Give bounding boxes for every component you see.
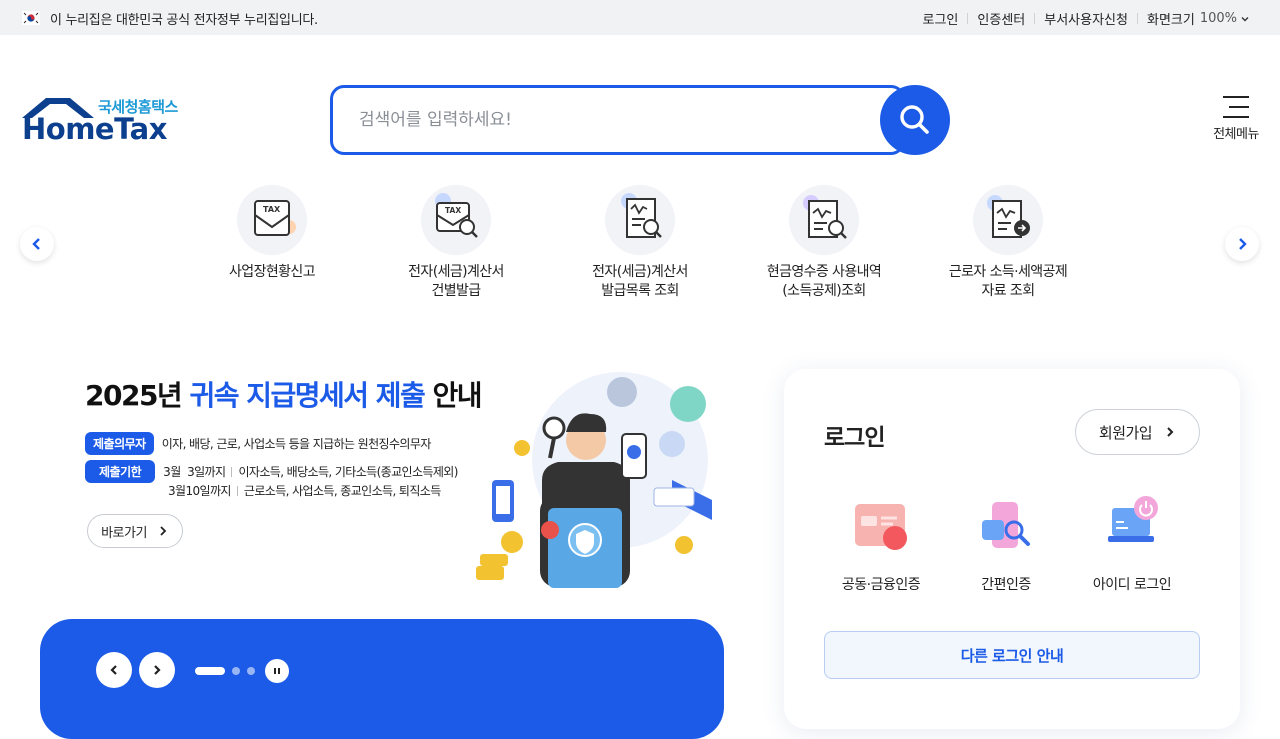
divider xyxy=(1034,13,1036,24)
id-login-label: 아이디 로그인 xyxy=(1092,577,1172,593)
tax-invoice-search-icon: TAX xyxy=(421,185,491,255)
search-button[interactable] xyxy=(880,85,950,155)
banner-row-obligor: 제출의무자 이자, 배당, 근로, 사업소득 등을 지급하는 원천징수의무자 xyxy=(85,432,431,455)
tax-officer-illustration xyxy=(476,372,712,588)
all-menu-label: 전체메뉴 xyxy=(1213,127,1259,142)
search-box xyxy=(330,85,905,155)
divider xyxy=(1136,13,1138,24)
login-panel: 로그인 회원가입 공동·금융인증 간편인증 아이디 로그인 다른 로그인 안내 xyxy=(784,369,1240,729)
banner-row-deadline: 제출기한 3월 3일까지 이자소득, 배당소득, 기타소득(종교인소득제외) xyxy=(85,460,458,483)
banner-row-text: 근로소득, 사업소득, 종교인소득, 퇴직소득 xyxy=(243,484,441,498)
hamburger-icon xyxy=(1223,96,1249,118)
dept-user-apply-link[interactable]: 부서사용자신청 xyxy=(1044,9,1128,28)
tax-envelope-icon: TAX xyxy=(237,185,307,255)
divider xyxy=(236,485,238,496)
pause-icon xyxy=(274,668,280,674)
quick-menu-label: 전자(세금)계산서 발급목록 조회 xyxy=(592,264,688,299)
chevron-right-icon xyxy=(160,526,167,536)
cert-login-option[interactable]: 공동·금융인증 xyxy=(821,494,941,594)
gov-banner-bar: 이 누리집은 대한민국 공식 전자정부 누리집입니다. 로그인 인증센터 부서사… xyxy=(0,0,1280,35)
quick-menu-label: 전자(세금)계산서 건별발급 xyxy=(408,264,504,299)
banner-row-text: 이자, 배당, 근로, 사업소득 등을 지급하는 원천징수의무자 xyxy=(161,437,432,451)
banner-go-button[interactable]: 바로가기 xyxy=(87,514,183,548)
quick-menu-prev-button[interactable] xyxy=(20,227,54,261)
quick-menu-item-invoice-list[interactable]: 전자(세금)계산서 발급목록 조회 xyxy=(555,185,725,301)
quick-menu-item-business-report[interactable]: TAX 사업장현황신고 xyxy=(187,185,357,282)
slider-dot[interactable] xyxy=(232,667,240,675)
search-input[interactable] xyxy=(359,108,859,132)
quick-menu-item-invoice-issue[interactable]: TAX 전자(세금)계산서 건별발급 xyxy=(371,185,541,301)
divider xyxy=(231,466,233,477)
svg-text:TAX: TAX xyxy=(445,206,461,215)
banner-tag: 제출의무자 xyxy=(85,432,154,455)
cash-receipt-search-icon xyxy=(789,185,859,255)
divider xyxy=(967,13,969,24)
chevron-right-icon xyxy=(154,665,161,675)
zoom-label: 화면크기 xyxy=(1146,13,1195,28)
laptop-power-icon xyxy=(1100,494,1164,558)
slider-next-button[interactable] xyxy=(139,652,175,688)
chevron-left-icon xyxy=(32,238,40,250)
quick-menu-label: 사업장현황신고 xyxy=(229,264,316,280)
certificate-card-icon xyxy=(849,494,913,558)
login-title: 로그인 xyxy=(824,425,885,451)
banner-title-highlight: 귀속 지급명세서 제출 xyxy=(189,379,425,412)
all-menu-button[interactable]: 전체메뉴 xyxy=(1208,96,1264,148)
join-button[interactable]: 회원가입 xyxy=(1075,409,1200,455)
banner-tag: 제출기한 xyxy=(85,460,156,483)
chevron-down-icon xyxy=(1241,16,1249,21)
zoom-value: 100% xyxy=(1199,11,1237,26)
id-login-option[interactable]: 아이디 로그인 xyxy=(1072,494,1192,594)
slider-pause-button[interactable] xyxy=(265,659,289,683)
other-login-guide-button[interactable]: 다른 로그인 안내 xyxy=(824,631,1200,679)
hometax-logo[interactable]: 국세청홈택스 HomeTax xyxy=(20,94,182,150)
slider-prev-button[interactable] xyxy=(96,652,132,688)
quick-menu-label: 현금영수증 사용내역 (소득공제)조회 xyxy=(766,264,882,299)
quick-menu-label: 근로자 소득·세액공제 자료 조회 xyxy=(948,264,1068,299)
cert-login-label: 공동·금융인증 xyxy=(841,577,921,593)
phone-auth-icon xyxy=(974,494,1038,558)
cert-center-link[interactable]: 인증센터 xyxy=(977,9,1025,28)
korea-flag-icon xyxy=(22,11,40,25)
quick-menu-next-button[interactable] xyxy=(1225,227,1259,261)
logo-english-text: HomeTax xyxy=(22,112,167,146)
receipt-coin-icon xyxy=(973,185,1043,255)
quick-menu-item-cash-receipt[interactable]: 현금영수증 사용내역 (소득공제)조회 xyxy=(739,185,909,301)
simple-auth-label: 간편인증 xyxy=(981,577,1031,593)
banner-deadline-date: 3월 3일까지 xyxy=(163,465,226,479)
banner-go-label: 바로가기 xyxy=(101,525,147,541)
join-label: 회원가입 xyxy=(1098,423,1153,442)
gov-notice-text: 이 누리집은 대한민국 공식 전자정부 누리집입니다. xyxy=(50,13,318,28)
zoom-control[interactable]: 화면크기 100% xyxy=(1147,9,1250,28)
banner-title-year: 2025년 xyxy=(85,379,183,412)
chevron-right-icon xyxy=(1167,427,1174,437)
quick-menu-item-deduction-data[interactable]: 근로자 소득·세액공제 자료 조회 xyxy=(923,185,1093,301)
utility-links: 로그인 인증센터 부서사용자신청 화면크기 100% xyxy=(923,9,1250,28)
banner-deadline-date: 3월10일까지 xyxy=(168,484,231,498)
chevron-right-icon xyxy=(1239,238,1247,250)
simple-auth-option[interactable]: 간편인증 xyxy=(946,494,1066,594)
slider-dot[interactable] xyxy=(195,667,225,675)
slider-dot[interactable] xyxy=(247,667,255,675)
chevron-left-icon xyxy=(110,665,117,675)
banner-row-deadline-2: 3월10일까지 근로소득, 사업소득, 종교인소득, 퇴직소득 xyxy=(168,482,441,499)
receipt-search-icon xyxy=(605,185,675,255)
login-link[interactable]: 로그인 xyxy=(923,9,959,28)
svg-text:TAX: TAX xyxy=(263,205,281,214)
notice-banner: 2025년 귀속 지급명세서 제출 안내 제출의무자 이자, 배당, 근로, 사… xyxy=(40,360,740,600)
search-icon xyxy=(900,105,929,134)
